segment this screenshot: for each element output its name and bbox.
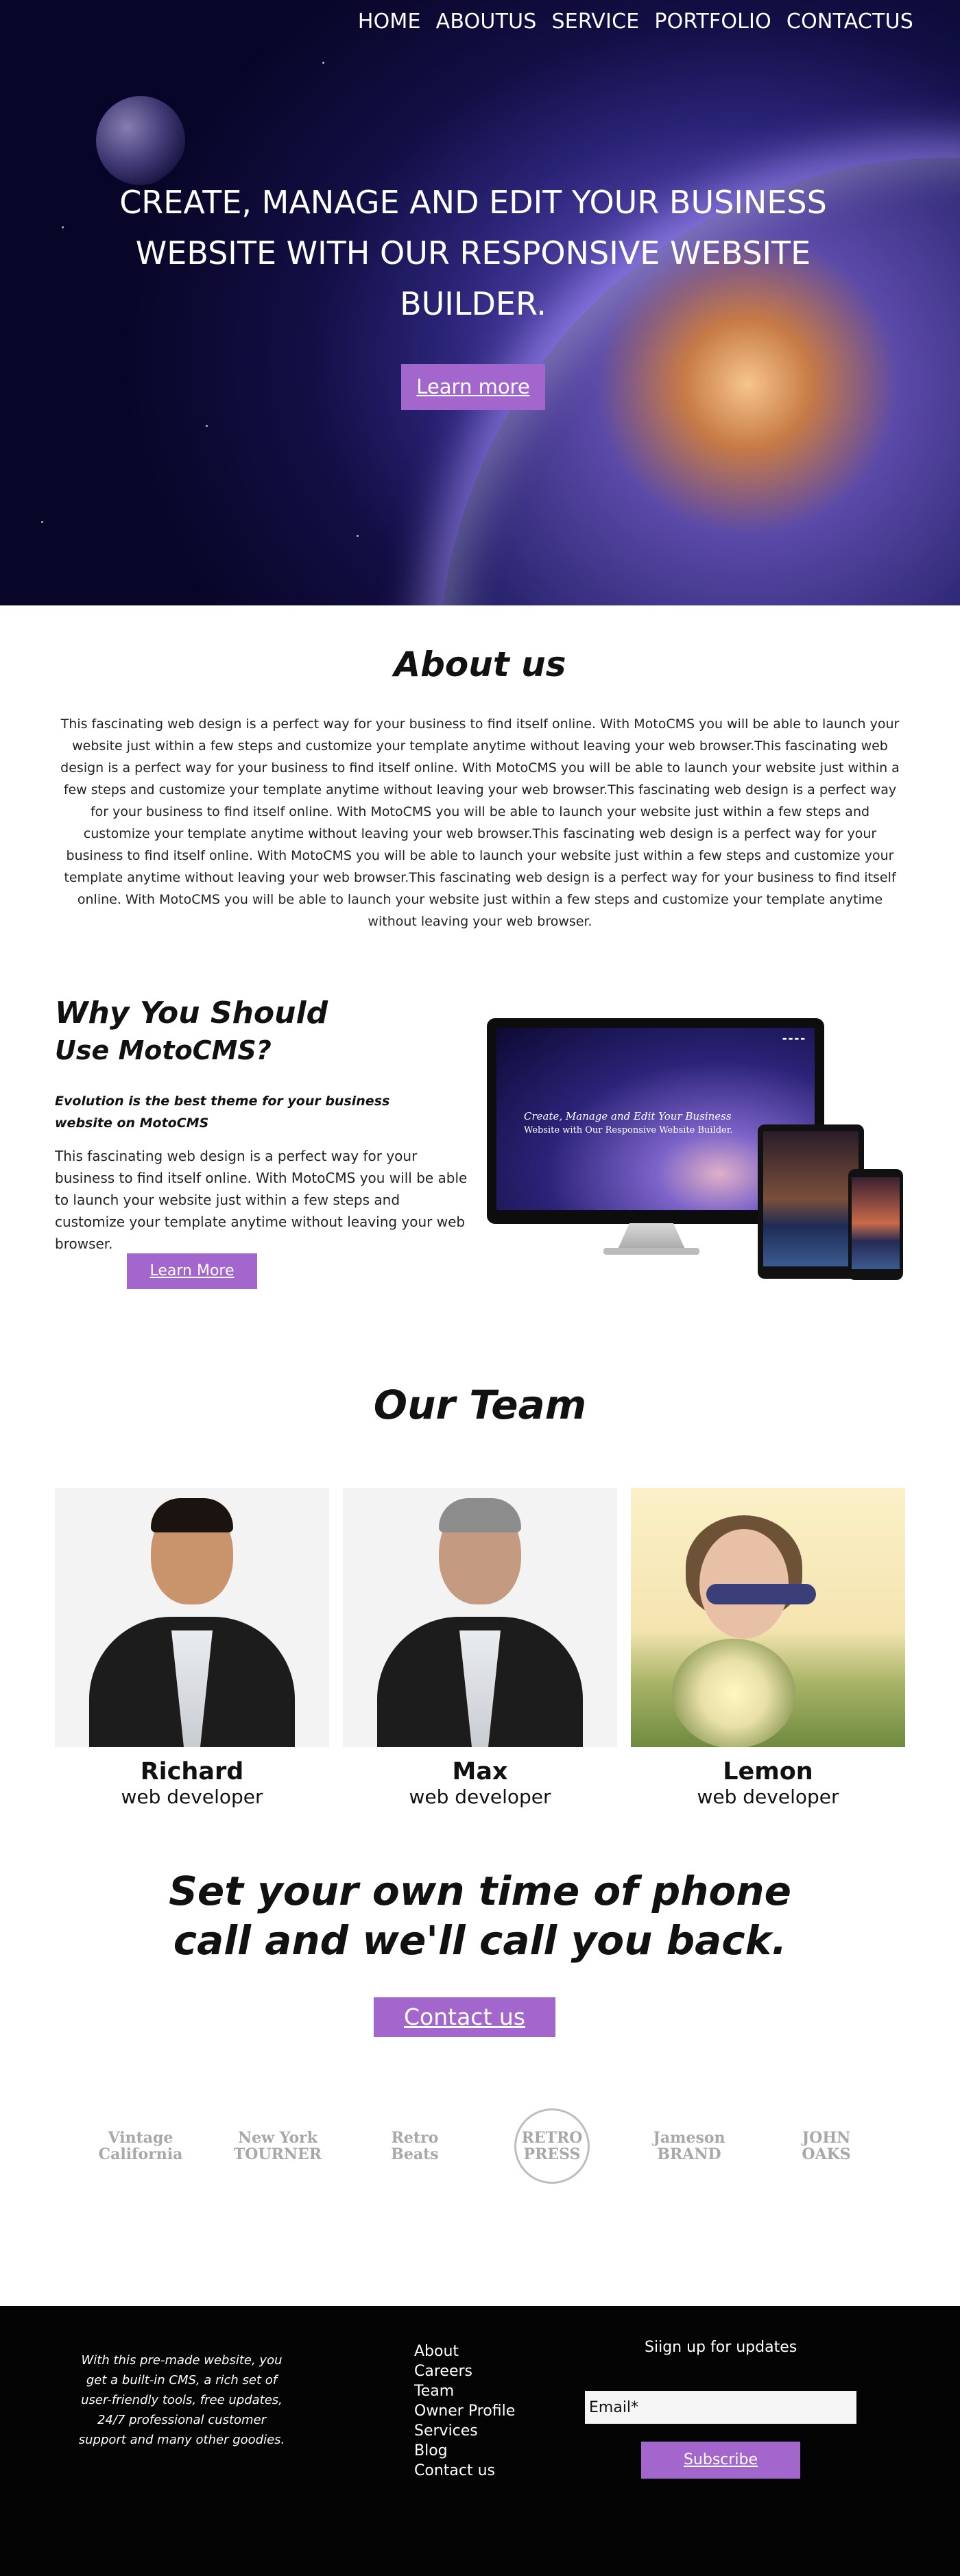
email-field[interactable] (585, 2391, 856, 2424)
phone-image (848, 1169, 903, 1280)
member-name: Richard (140, 1758, 244, 1785)
why-text: This fascinating web design is a perfect… (55, 1148, 468, 1252)
member-photo (55, 1488, 329, 1747)
why-subtitle: Evolution is the best theme for your bus… (55, 1094, 390, 1131)
monitor-stand-base (603, 1248, 699, 1255)
member-name: Max (452, 1758, 508, 1785)
member-photo (343, 1488, 617, 1747)
subscribe-button[interactable]: Subscribe (641, 2442, 800, 2479)
team-member-card: Richard web developer (55, 1488, 329, 1809)
footer-link-team[interactable]: Team (414, 2381, 515, 2401)
footer-link-careers[interactable]: Careers (414, 2361, 515, 2381)
brand-logo: Vintage California (98, 2129, 183, 2163)
brand-logo: JOHN OAKS (802, 2129, 851, 2163)
member-role: web developer (121, 1785, 263, 1808)
team-title: Our Team (373, 1382, 587, 1428)
star (41, 521, 43, 523)
star (357, 535, 359, 537)
team-member-card: Max web developer (343, 1488, 617, 1809)
monitor-stand (617, 1223, 686, 1251)
hero-title: CREATE, MANAGE AND EDIT YOUR BUSINESS WE… (119, 184, 827, 322)
star (322, 62, 324, 64)
why-title: Why You Should (55, 996, 328, 1031)
why-title-line2: Use MotoCMS? (55, 1035, 272, 1066)
footer-link-about[interactable]: About (414, 2342, 515, 2361)
main-nav: HOME ABOUTUS SERVICE PORTFOLIO CONTACTUS (358, 10, 913, 34)
about-text: This fascinating web design is a perfect… (60, 717, 900, 929)
footer-links: About Careers Team Owner Profile Service… (414, 2342, 515, 2481)
hero-section: HOME ABOUTUS SERVICE PORTFOLIO CONTACTUS… (0, 0, 960, 605)
member-role: web developer (409, 1785, 551, 1808)
brand-logo: RETRO PRESS (514, 2108, 590, 2184)
brand-logos: Vintage California New York TOURNER Retro B… (89, 2108, 878, 2184)
member-role: web developer (697, 1785, 839, 1808)
nav-home[interactable]: HOME (358, 10, 421, 34)
team-member-card: Lemon web developer (631, 1488, 905, 1809)
member-photo (631, 1488, 905, 1747)
moon-image (96, 96, 185, 185)
brand-logo: New York TOURNER (233, 2129, 322, 2163)
why-learn-more-button[interactable]: Learn More (127, 1253, 257, 1289)
star (206, 425, 208, 427)
callback-line2: call and we'll call you back. (173, 1917, 787, 1964)
callback-line1: Set your own time of phone (169, 1868, 791, 1914)
footer-description: With this pre-made website, you get a bu… (78, 2353, 285, 2447)
monitor-subtitle: Website with Our Responsive Website Buil… (524, 1125, 733, 1135)
brand-logo: Retro Beats (391, 2129, 439, 2163)
contact-us-button[interactable]: Contact us (374, 1997, 555, 2037)
footer-link-owner-profile[interactable]: Owner Profile (414, 2401, 515, 2421)
member-name: Lemon (723, 1758, 813, 1785)
learn-more-button[interactable]: Learn more (401, 364, 545, 410)
footer: With this pre-made website, you get a bu… (0, 2306, 960, 2576)
monitor-mini-nav: ▬ ▬ ▬ ▬ (782, 1036, 805, 1042)
monitor-title: Create, Manage and Edit Your Business (524, 1110, 732, 1122)
footer-link-contact-us[interactable]: Contact us (414, 2461, 515, 2481)
nav-service[interactable]: SERVICE (552, 10, 640, 34)
footer-link-services[interactable]: Services (414, 2421, 515, 2441)
signup-title: Siign up for updates (645, 2339, 797, 2356)
footer-link-blog[interactable]: Blog (414, 2441, 515, 2461)
nav-contactus[interactable]: CONTACTUS (787, 10, 913, 34)
star (62, 226, 64, 228)
about-title: About us (394, 645, 566, 684)
nav-aboutus[interactable]: ABOUTUS (436, 10, 537, 34)
brand-logo: Jameson BRAND (653, 2129, 725, 2163)
nav-portfolio[interactable]: PORTFOLIO (654, 10, 771, 34)
callback-heading: Set your own time of phone call and we'l… (0, 1866, 960, 1965)
